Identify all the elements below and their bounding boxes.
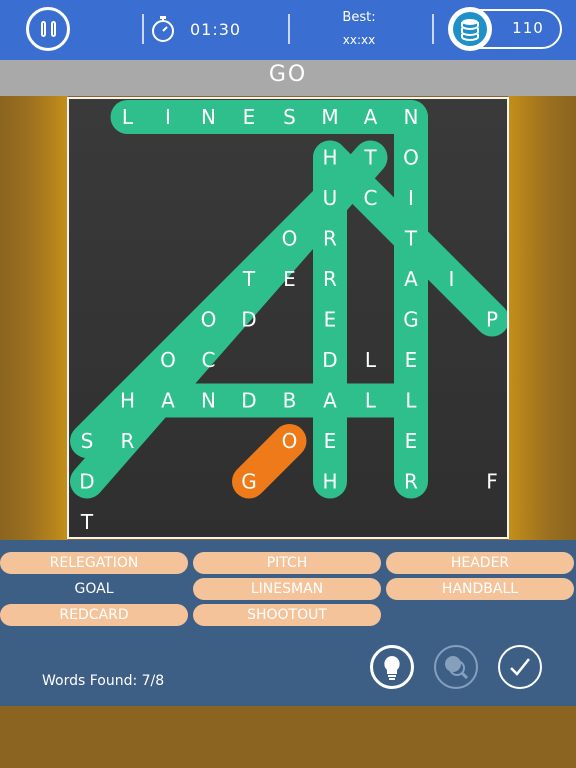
divider	[142, 14, 144, 44]
divider	[288, 14, 290, 44]
coin-count: 110	[512, 19, 544, 37]
best-value: xx:xx	[342, 33, 376, 47]
grid-letter[interactable]: A	[364, 105, 378, 129]
grid-letter[interactable]: T	[80, 510, 94, 534]
word-chip: PITCH	[193, 552, 381, 574]
checkmark-icon	[510, 658, 530, 676]
grid-letter[interactable]: E	[243, 105, 256, 129]
grid-letter[interactable]: T	[404, 227, 418, 251]
grid-letter[interactable]: E	[405, 348, 418, 372]
best-label: Best:	[342, 10, 376, 25]
grid-letter[interactable]: C	[202, 348, 216, 372]
word-chip: LINESMAN	[193, 578, 381, 600]
grid-letter[interactable]: O	[282, 227, 298, 251]
grid-letter[interactable]: E	[324, 308, 337, 332]
grid-letter[interactable]: M	[321, 105, 338, 129]
reveal-button[interactable]	[434, 645, 478, 689]
grid-letter[interactable]: T	[242, 267, 256, 291]
word-chip: HEADER	[386, 552, 574, 574]
grid-letter[interactable]: A	[161, 389, 175, 413]
grid-letter[interactable]: E	[405, 429, 418, 453]
grid-letter[interactable]: O	[201, 308, 217, 332]
grid-letter[interactable]: D	[79, 470, 94, 494]
grid-letter[interactable]: O	[403, 146, 419, 170]
grid-letter[interactable]: U	[323, 186, 338, 210]
pause-button[interactable]	[26, 7, 70, 51]
grid-letter[interactable]: O	[160, 348, 176, 372]
grid-letter[interactable]: I	[408, 186, 414, 210]
grid-letter[interactable]: C	[364, 186, 378, 210]
grid-letter[interactable]: L	[405, 389, 417, 413]
grid-letter[interactable]: R	[323, 227, 337, 251]
lightbulb-icon	[384, 656, 400, 680]
word-chip: RELEGATION	[0, 552, 188, 574]
grid-letter[interactable]: N	[201, 389, 216, 413]
word-chip: HANDBALL	[386, 578, 574, 600]
grid-letter[interactable]: I	[165, 105, 171, 129]
words-found-count: Words Found: 7/8	[42, 673, 165, 689]
grid-letter[interactable]: D	[241, 389, 256, 413]
magnifier-icon	[445, 656, 469, 680]
grid-letter[interactable]: R	[121, 429, 135, 453]
pause-icon	[51, 21, 56, 37]
divider	[432, 14, 434, 44]
hint-button[interactable]	[370, 645, 414, 689]
grid-letter[interactable]: H	[322, 146, 337, 170]
grid-letter[interactable]: L	[122, 105, 134, 129]
grid-letter[interactable]: T	[363, 146, 377, 170]
grid-letter[interactable]: G	[403, 308, 419, 332]
grid-letter[interactable]: N	[201, 105, 216, 129]
grid-letter[interactable]: F	[486, 470, 498, 494]
grid-letter[interactable]: A	[323, 389, 337, 413]
pause-icon	[41, 21, 46, 37]
check-button[interactable]	[498, 645, 542, 689]
grid-letter[interactable]: D	[241, 308, 256, 332]
timer-value: 01:30	[190, 20, 242, 39]
grid-letter[interactable]: L	[365, 348, 377, 372]
grid-letter[interactable]: N	[404, 105, 419, 129]
grid-letter[interactable]: S	[81, 429, 94, 453]
bottom-bar	[0, 706, 576, 768]
letter-grid[interactable]: LINESMANHTOUCIORTTERAIODEGPOCDLEHANDBALL…	[67, 97, 509, 539]
current-word: GO	[268, 62, 308, 87]
coin-stack-icon	[448, 7, 492, 51]
grid-letter[interactable]: E	[324, 429, 337, 453]
grid-letter[interactable]: A	[404, 267, 418, 291]
grid-letter[interactable]: B	[283, 389, 297, 413]
grid-letter[interactable]: L	[365, 389, 377, 413]
grid-letter[interactable]: I	[449, 267, 455, 291]
word-chip: GOAL	[74, 581, 114, 597]
grid-letter[interactable]: R	[323, 267, 337, 291]
side-panel-left	[0, 96, 68, 540]
grid-letter[interactable]: G	[241, 470, 257, 494]
grid-letter[interactable]: S	[283, 105, 296, 129]
grid-canvas[interactable]: L I N E S M A NH T OU C IO R TT E R A IO D E G PO C D L EH A N D B A L L…	[69, 99, 507, 537]
grid-letter[interactable]: P	[486, 308, 498, 332]
side-panel-right	[508, 96, 576, 540]
grid-letter[interactable]: H	[120, 389, 135, 413]
grid-letter[interactable]: O	[282, 429, 298, 453]
top-bar: 01:30 Best: xx:xx 110	[0, 0, 576, 60]
grid-letter[interactable]: E	[283, 267, 296, 291]
word-chip: REDCARD	[0, 604, 188, 626]
grid-letter[interactable]: H	[322, 470, 337, 494]
stopwatch-icon	[152, 16, 174, 42]
grid-letter[interactable]: D	[322, 348, 337, 372]
word-chip: SHOOTOUT	[193, 604, 381, 626]
grid-letter[interactable]: R	[404, 470, 418, 494]
